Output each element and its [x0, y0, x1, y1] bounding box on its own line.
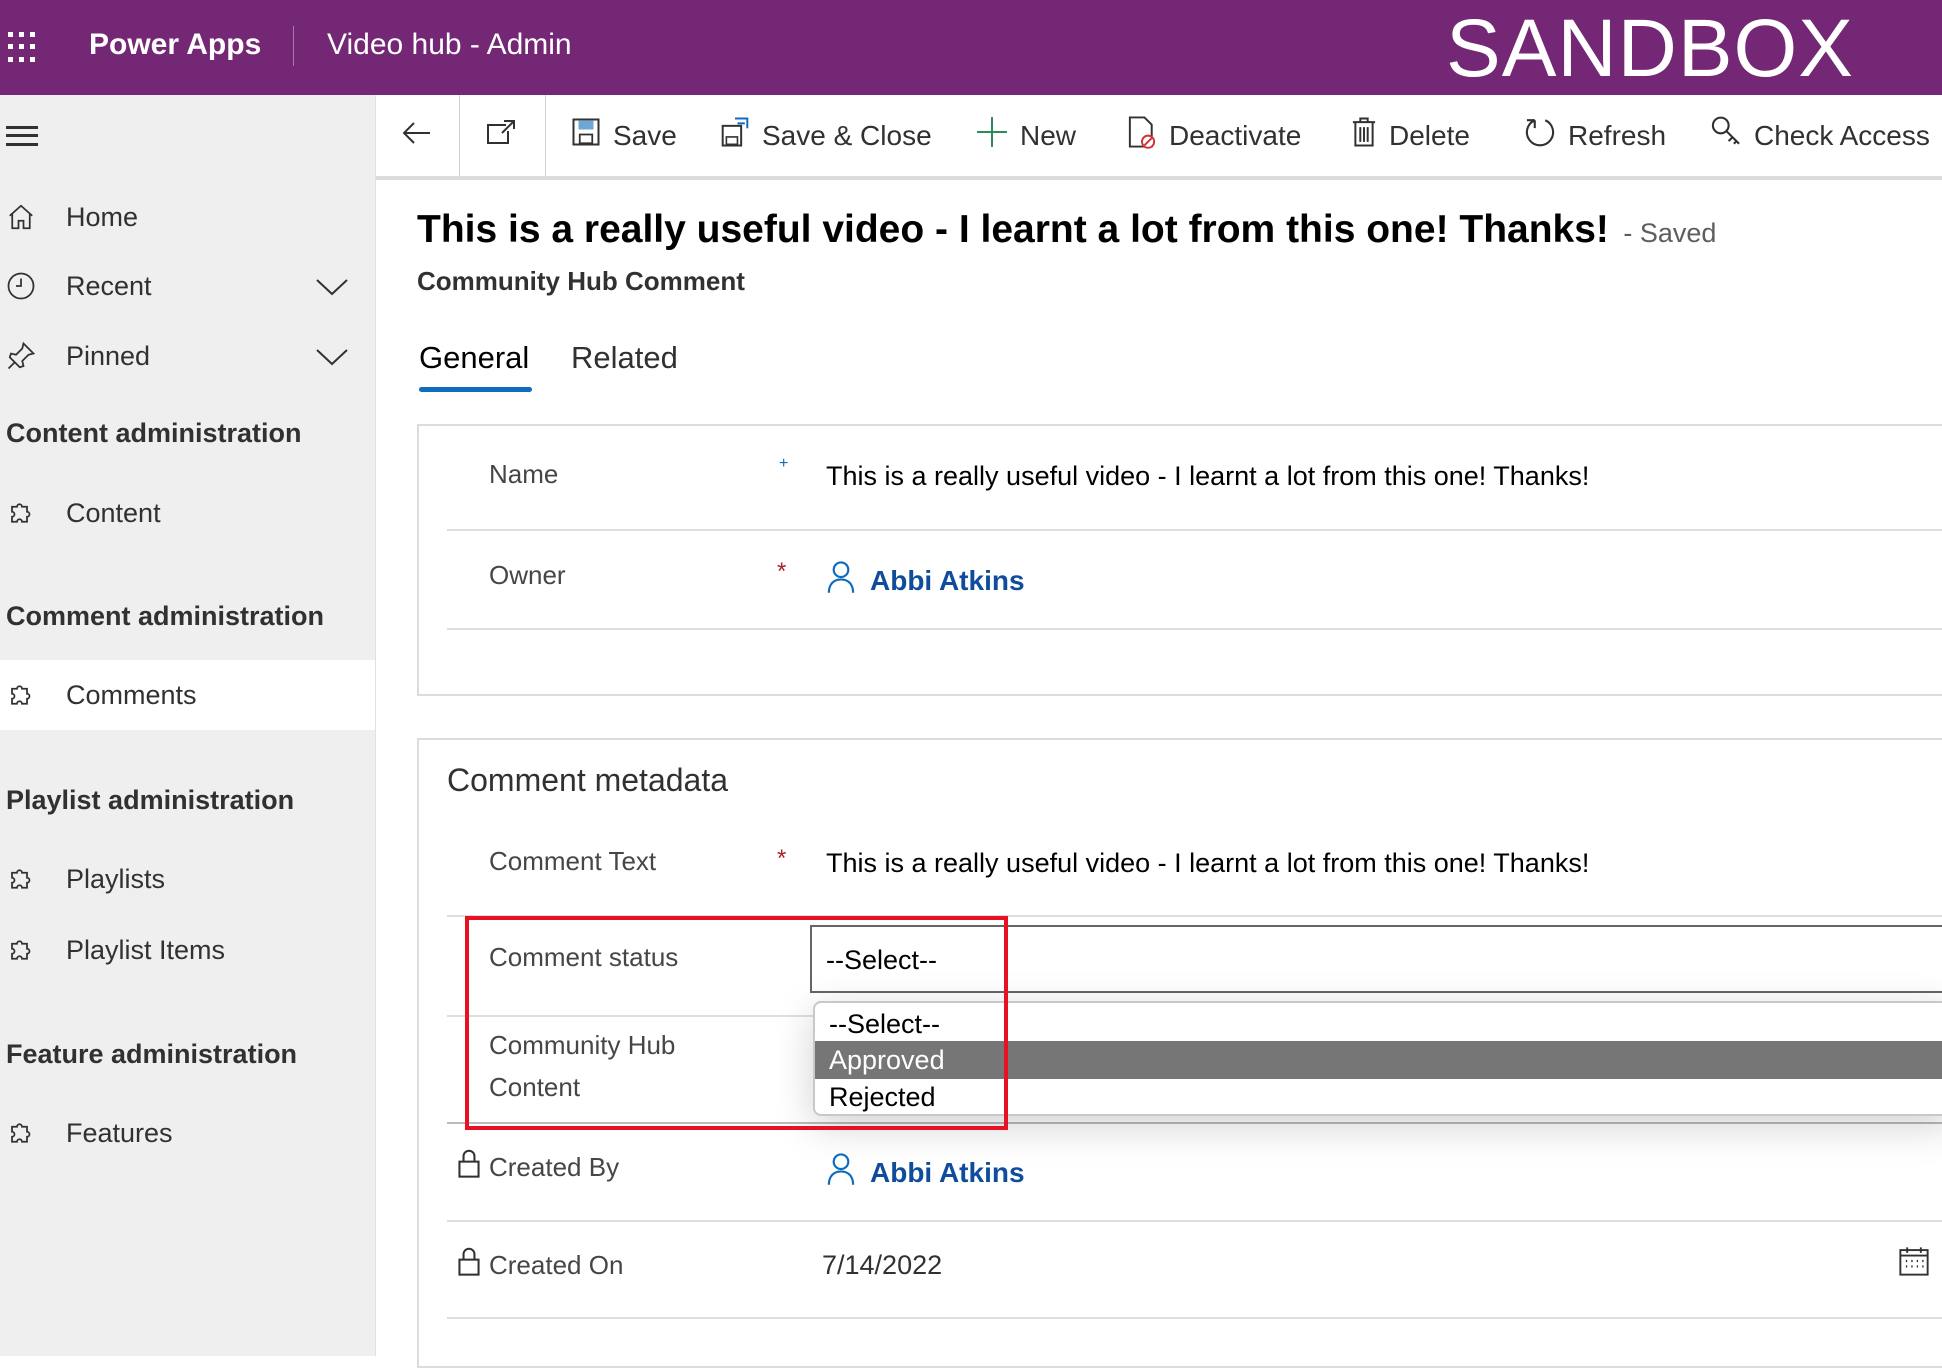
delete-button[interactable]: Delete: [1351, 95, 1470, 176]
sidebar-label: Features: [66, 1117, 173, 1148]
recommended-marker: +: [779, 455, 789, 472]
back-arrow-icon: [402, 120, 432, 152]
highlight-box: [465, 916, 1008, 1130]
tab-general[interactable]: General: [419, 340, 529, 376]
save-status: - Saved: [1623, 218, 1717, 248]
new-button[interactable]: New: [976, 95, 1076, 176]
sidebar-item-pinned[interactable]: Pinned: [0, 321, 375, 391]
deactivate-label: Deactivate: [1169, 119, 1302, 151]
divider: [447, 1317, 1942, 1319]
lock-icon: [457, 1246, 481, 1281]
entity-name: Community Hub Comment: [417, 266, 745, 296]
sidebar-item-home[interactable]: Home: [0, 182, 375, 252]
group-heading: Content administration: [6, 418, 302, 448]
divider: [447, 529, 1942, 531]
puzzle-icon: [0, 498, 66, 528]
puzzle-icon: [0, 935, 66, 965]
save-icon: [571, 117, 601, 154]
created-on-field: 7/14/2022: [822, 1250, 943, 1280]
divider: [545, 95, 546, 176]
divider: [447, 1220, 1942, 1222]
sidebar-label: Playlist Items: [66, 934, 226, 965]
new-label: New: [1020, 119, 1077, 151]
required-marker: *: [777, 845, 787, 872]
top-bar: Power Apps Video hub - Admin SANDBOX: [0, 0, 1942, 95]
refresh-button[interactable]: Refresh: [1524, 95, 1666, 176]
save-and-close-button[interactable]: Save & Close: [720, 95, 932, 176]
refresh-icon: [1524, 115, 1556, 156]
sidebar-label: Content: [66, 497, 161, 528]
chevron-down-icon[interactable]: [315, 273, 349, 304]
sidebar-label: Comments: [66, 679, 197, 710]
save-label: Save: [613, 119, 677, 151]
record-title: This is a really useful video - I learnt…: [417, 208, 1609, 251]
sidebar: Home Recent Pinned Content administratio…: [0, 95, 376, 1356]
person-icon: [826, 1152, 856, 1193]
divider: [293, 26, 294, 66]
name-field[interactable]: This is a really useful video - I learnt…: [826, 461, 1589, 492]
save-close-icon: [720, 116, 750, 155]
deactivate-button[interactable]: Deactivate: [1127, 95, 1301, 176]
owner-label: Owner: [489, 560, 566, 590]
chevron-down-icon[interactable]: [315, 343, 349, 374]
environment-name[interactable]: Video hub - Admin: [327, 28, 572, 62]
save-close-label: Save & Close: [762, 119, 932, 151]
popout-icon: [486, 119, 516, 152]
calendar-icon[interactable]: [1898, 1246, 1930, 1281]
divider: [459, 95, 460, 176]
sidebar-item-playlists[interactable]: Playlists: [0, 844, 375, 914]
sidebar-label: Playlists: [66, 863, 166, 894]
key-icon: [1710, 115, 1742, 156]
refresh-label: Refresh: [1568, 119, 1667, 151]
plus-icon: [976, 116, 1008, 155]
app-launcher-icon[interactable]: [8, 32, 40, 64]
sidebar-item-playlist-items[interactable]: Playlist Items: [0, 915, 375, 985]
home-icon: [0, 202, 66, 232]
pin-icon: [0, 341, 66, 371]
app-name[interactable]: Power Apps: [89, 28, 261, 62]
comment-text-field[interactable]: This is a really useful video - I learnt…: [826, 848, 1589, 879]
tab-related[interactable]: Related: [571, 340, 678, 376]
clock-icon: [0, 271, 66, 301]
puzzle-icon: [0, 864, 66, 894]
sidebar-label: Pinned: [66, 340, 151, 371]
delete-label: Delete: [1389, 119, 1470, 151]
sidebar-item-content[interactable]: Content: [0, 478, 375, 548]
sidebar-label: Home: [66, 201, 139, 232]
check-access-button[interactable]: Check Access: [1710, 95, 1930, 176]
hamburger-menu-icon[interactable]: [6, 126, 38, 146]
sidebar-label: Recent: [66, 270, 152, 301]
created-by-lookup[interactable]: Abbi Atkins: [826, 1152, 1025, 1193]
created-by-name: Abbi Atkins: [870, 1156, 1025, 1188]
puzzle-icon: [0, 680, 66, 710]
created-on-label: Created On: [489, 1250, 624, 1280]
divider: [447, 628, 1942, 630]
puzzle-icon: [0, 1118, 66, 1148]
person-icon: [826, 560, 856, 601]
owner-name: Abbi Atkins: [870, 564, 1025, 596]
deactivate-icon: [1127, 115, 1157, 156]
lock-icon: [457, 1148, 481, 1183]
sidebar-item-recent[interactable]: Recent: [0, 251, 375, 321]
save-button[interactable]: Save: [571, 95, 677, 176]
active-tab-indicator: [419, 387, 532, 392]
open-new-window-button[interactable]: [486, 95, 516, 176]
group-heading: Playlist administration: [6, 785, 295, 815]
command-bar: Save Save & Close New Deactivate Delete …: [376, 95, 1942, 180]
created-by-label: Created By: [489, 1152, 620, 1182]
sandbox-badge: SANDBOX: [1446, 3, 1854, 94]
sidebar-item-features[interactable]: Features: [0, 1098, 375, 1168]
record-header: This is a really useful video - I learnt…: [417, 208, 1716, 252]
trash-icon: [1351, 116, 1377, 155]
group-heading: Comment administration: [6, 601, 325, 631]
comment-text-label: Comment Text: [489, 846, 657, 876]
owner-lookup[interactable]: Abbi Atkins: [826, 560, 1025, 601]
required-marker: *: [777, 558, 787, 585]
name-label: Name: [489, 459, 559, 489]
back-button[interactable]: [402, 95, 432, 176]
section-title: Comment metadata: [447, 762, 729, 798]
group-heading: Feature administration: [6, 1039, 298, 1069]
check-access-label: Check Access: [1754, 119, 1930, 151]
sidebar-item-comments[interactable]: Comments: [0, 660, 375, 730]
